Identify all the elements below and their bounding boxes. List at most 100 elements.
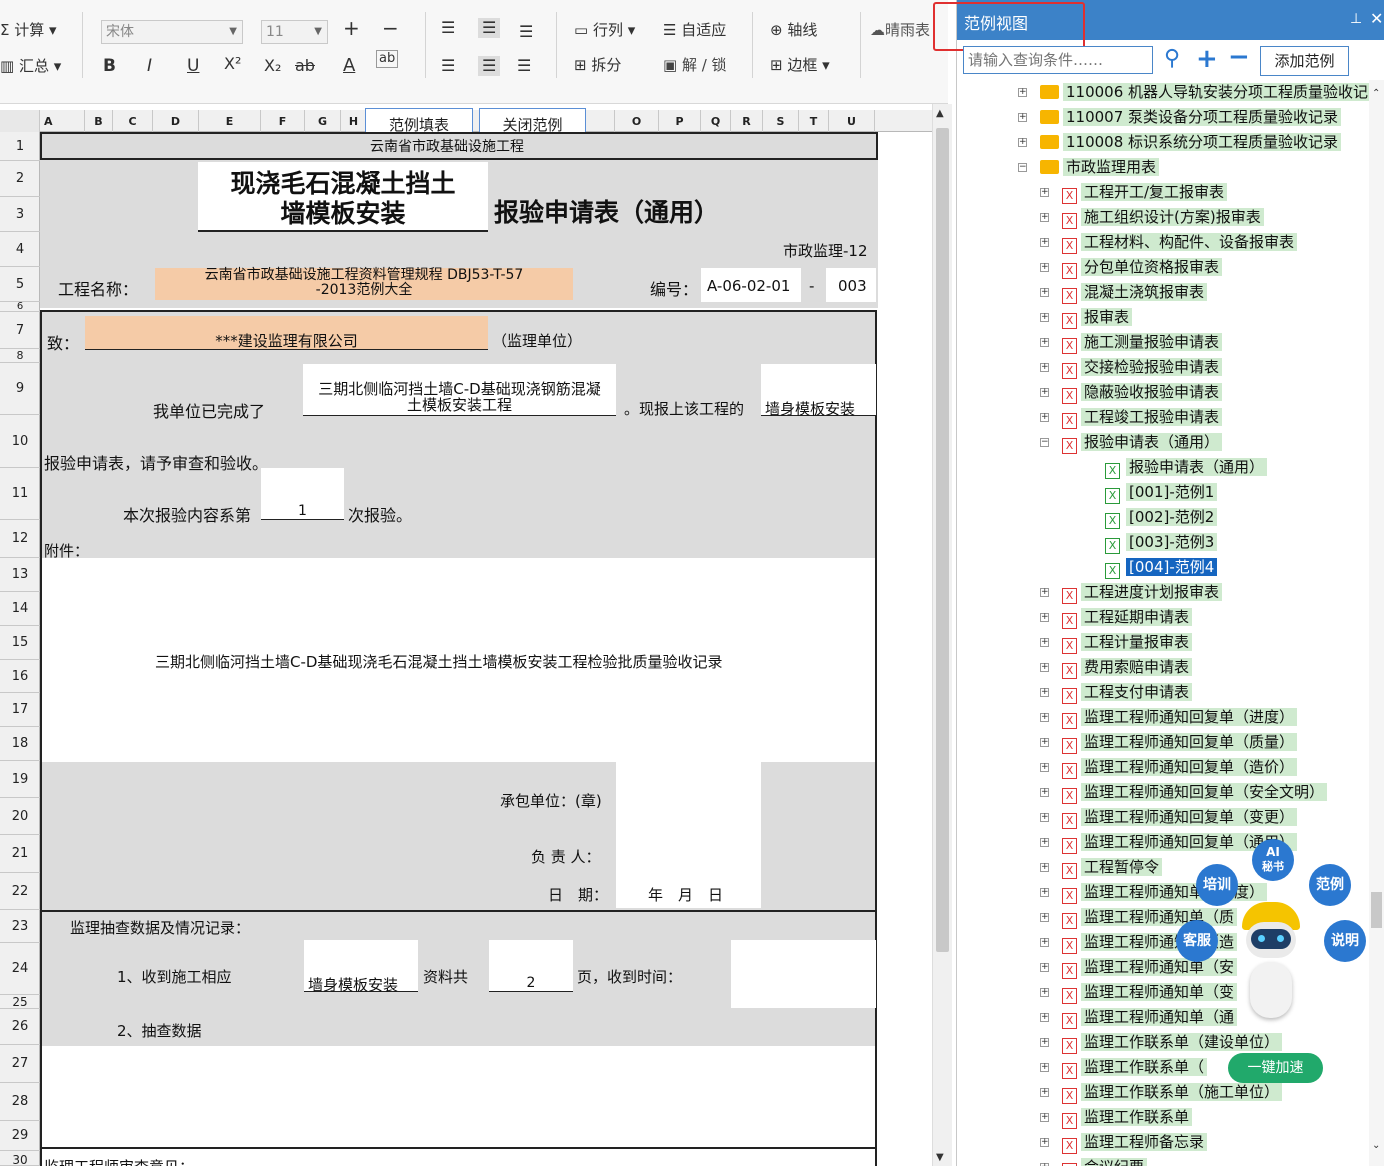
col-header-t[interactable]: T [799, 110, 829, 132]
autofit-button[interactable]: ☰ 自适应 [663, 20, 726, 40]
row-header-6[interactable]: 6 [0, 302, 40, 312]
row-header-9[interactable]: 9 [0, 363, 40, 415]
scroll-thumb[interactable] [936, 128, 949, 952]
row-header-12[interactable]: 12 [0, 520, 40, 558]
tree-item[interactable]: X [002]-范例2 [1105, 506, 1218, 529]
summary-button[interactable]: ▥ 汇总 ▾ [0, 56, 61, 76]
col-header-a[interactable]: A [40, 110, 85, 132]
col-header-c[interactable]: C [113, 110, 153, 132]
align-middle-icon[interactable]: ☰ [478, 18, 501, 38]
row-header-23[interactable]: 23 [0, 910, 40, 943]
tree-expander-icon[interactable]: + [1040, 713, 1049, 722]
robot-mascot-icon[interactable] [1240, 898, 1302, 1026]
col-header-s[interactable]: S [763, 110, 799, 132]
align-right-icon[interactable]: ☰ [517, 56, 531, 76]
col-header-q[interactable]: Q [701, 110, 731, 132]
row-header-17[interactable]: 17 [0, 693, 40, 727]
tree-item[interactable]: + X 施工组织设计(方案)报审表 [1040, 206, 1264, 229]
pin-icon[interactable]: ⊥ [1350, 11, 1362, 27]
tree-expander-icon[interactable]: + [1040, 1088, 1049, 1097]
tree-expander-icon[interactable]: + [1040, 413, 1049, 422]
tree-item[interactable]: + X 监理工程师通知回复单（造价） [1040, 756, 1298, 779]
tree-expander-icon[interactable]: + [1040, 363, 1049, 372]
add-example-button[interactable]: 添加范例 [1260, 46, 1349, 76]
row-header-10[interactable]: 10 [0, 415, 40, 468]
tree-item[interactable]: X [001]-范例1 [1105, 481, 1218, 504]
tree-expander-icon[interactable]: + [1040, 1013, 1049, 1022]
tree-item[interactable]: + X 工程竣工报验申请表 [1040, 406, 1223, 429]
font-size-select[interactable]: 11 ▼ [261, 20, 328, 44]
tree-item[interactable]: + X 费用索赔申请表 [1040, 656, 1193, 679]
italic-button[interactable]: I [147, 56, 152, 76]
tree-expander-icon[interactable]: + [1040, 738, 1049, 747]
tree-item[interactable]: − X 报验申请表（通用） [1040, 431, 1223, 454]
tree-item[interactable]: + X 监理工程师通知单（变 [1040, 981, 1238, 1004]
tree-expander-icon[interactable]: + [1018, 113, 1027, 122]
col-header-h[interactable]: H [341, 110, 367, 132]
row-header-4[interactable]: 4 [0, 232, 40, 267]
row-header-26[interactable]: 26 [0, 1009, 40, 1045]
align-top-icon[interactable]: ☰ [441, 18, 455, 38]
tree-expander-icon[interactable]: + [1040, 863, 1049, 872]
align-left-icon[interactable]: ☰ [441, 56, 455, 76]
tree-expander-icon[interactable]: + [1040, 688, 1049, 697]
tree-expander-icon[interactable]: + [1040, 1138, 1049, 1147]
tree-item[interactable]: + X 监理工程师通知回复单（质量） [1040, 731, 1298, 754]
tree-expander-icon[interactable]: + [1040, 1113, 1049, 1122]
font-name-select[interactable]: 宋体 ▼ [101, 20, 243, 44]
tree-expander-icon[interactable]: + [1040, 588, 1049, 597]
row-header-24[interactable]: 24 [0, 943, 40, 995]
col-header-g[interactable]: G [305, 110, 341, 132]
row-header-30[interactable]: 30 [0, 1151, 40, 1166]
increase-font-icon[interactable]: + [343, 18, 360, 38]
remove-icon[interactable]: − [1228, 42, 1250, 72]
tree-item[interactable]: +110008 标识系统分项工程质量验收记录 [1018, 131, 1342, 153]
tree-expander-icon[interactable]: + [1040, 613, 1049, 622]
tree-expander-icon[interactable]: + [1040, 188, 1049, 197]
speedup-button[interactable]: 一键加速 [1228, 1053, 1323, 1083]
tree-expander-icon[interactable]: + [1040, 838, 1049, 847]
tree-expander-icon[interactable]: + [1040, 313, 1049, 322]
underline-button[interactable]: U [187, 56, 199, 76]
col-header-e[interactable]: E [199, 110, 261, 132]
align-bottom-icon[interactable]: ☰ [519, 22, 533, 42]
bold-button[interactable]: B [103, 56, 116, 76]
help-button[interactable]: 说明 [1324, 920, 1366, 962]
tree-item[interactable]: + X 监理工程师通知单（通 [1040, 1006, 1238, 1029]
tree-expander-icon[interactable]: + [1040, 263, 1049, 272]
add-icon[interactable]: + [1196, 44, 1218, 74]
tree-item[interactable]: + X 工程支付申请表 [1040, 681, 1193, 704]
service-button[interactable]: 客服 [1176, 920, 1218, 962]
row-header-8[interactable]: 8 [0, 349, 40, 363]
tree-expander-icon[interactable]: + [1040, 938, 1049, 947]
axis-button[interactable]: ⊕ 轴线 [770, 20, 817, 40]
tree-item[interactable]: + X 工程开工/复工报审表 [1040, 181, 1228, 204]
row-header-25[interactable]: 25 [0, 995, 40, 1009]
weather-button[interactable]: ☁晴雨表 [870, 20, 930, 40]
tree-expander-icon[interactable]: + [1040, 788, 1049, 797]
row-header-2[interactable]: 2 [0, 161, 40, 197]
font-color-button[interactable]: A [343, 56, 355, 76]
tree-expander-icon[interactable]: + [1040, 388, 1049, 397]
tree-item[interactable]: + X 监理工作联系单（施工单位） [1040, 1081, 1283, 1104]
row-header-5[interactable]: 5 [0, 267, 40, 302]
select-all-corner[interactable] [0, 110, 40, 132]
row-header-27[interactable]: 27 [0, 1045, 40, 1083]
tree-expander-icon[interactable]: + [1040, 1063, 1049, 1072]
scroll-down-icon[interactable]: ▼ [936, 1152, 944, 1163]
tree-item[interactable]: + X 监理工程师备忘录 [1040, 1131, 1208, 1154]
tree-scroll-thumb[interactable] [1371, 892, 1382, 928]
tree-expander-icon[interactable]: + [1040, 638, 1049, 647]
tree-item[interactable]: + X 交接检验报验申请表 [1040, 356, 1223, 379]
row-header-11[interactable]: 11 [0, 468, 40, 520]
tree-item[interactable]: + X 监理工程师通知单（安 [1040, 956, 1238, 979]
tree-expander-icon[interactable]: + [1040, 238, 1049, 247]
tree-item[interactable]: X [004]-范例4 [1105, 556, 1218, 579]
tree-item[interactable]: + X 工程材料、构配件、设备报审表 [1040, 231, 1298, 254]
col-header-o[interactable]: O [615, 110, 659, 132]
tree-expander-icon[interactable]: + [1018, 138, 1027, 147]
tree-item[interactable]: + X 监理工程师通知回复单（进度） [1040, 706, 1298, 729]
training-button[interactable]: 培训 [1196, 864, 1238, 906]
tree-expander-icon[interactable]: + [1040, 963, 1049, 972]
align-center-icon[interactable]: ☰ [478, 56, 501, 76]
